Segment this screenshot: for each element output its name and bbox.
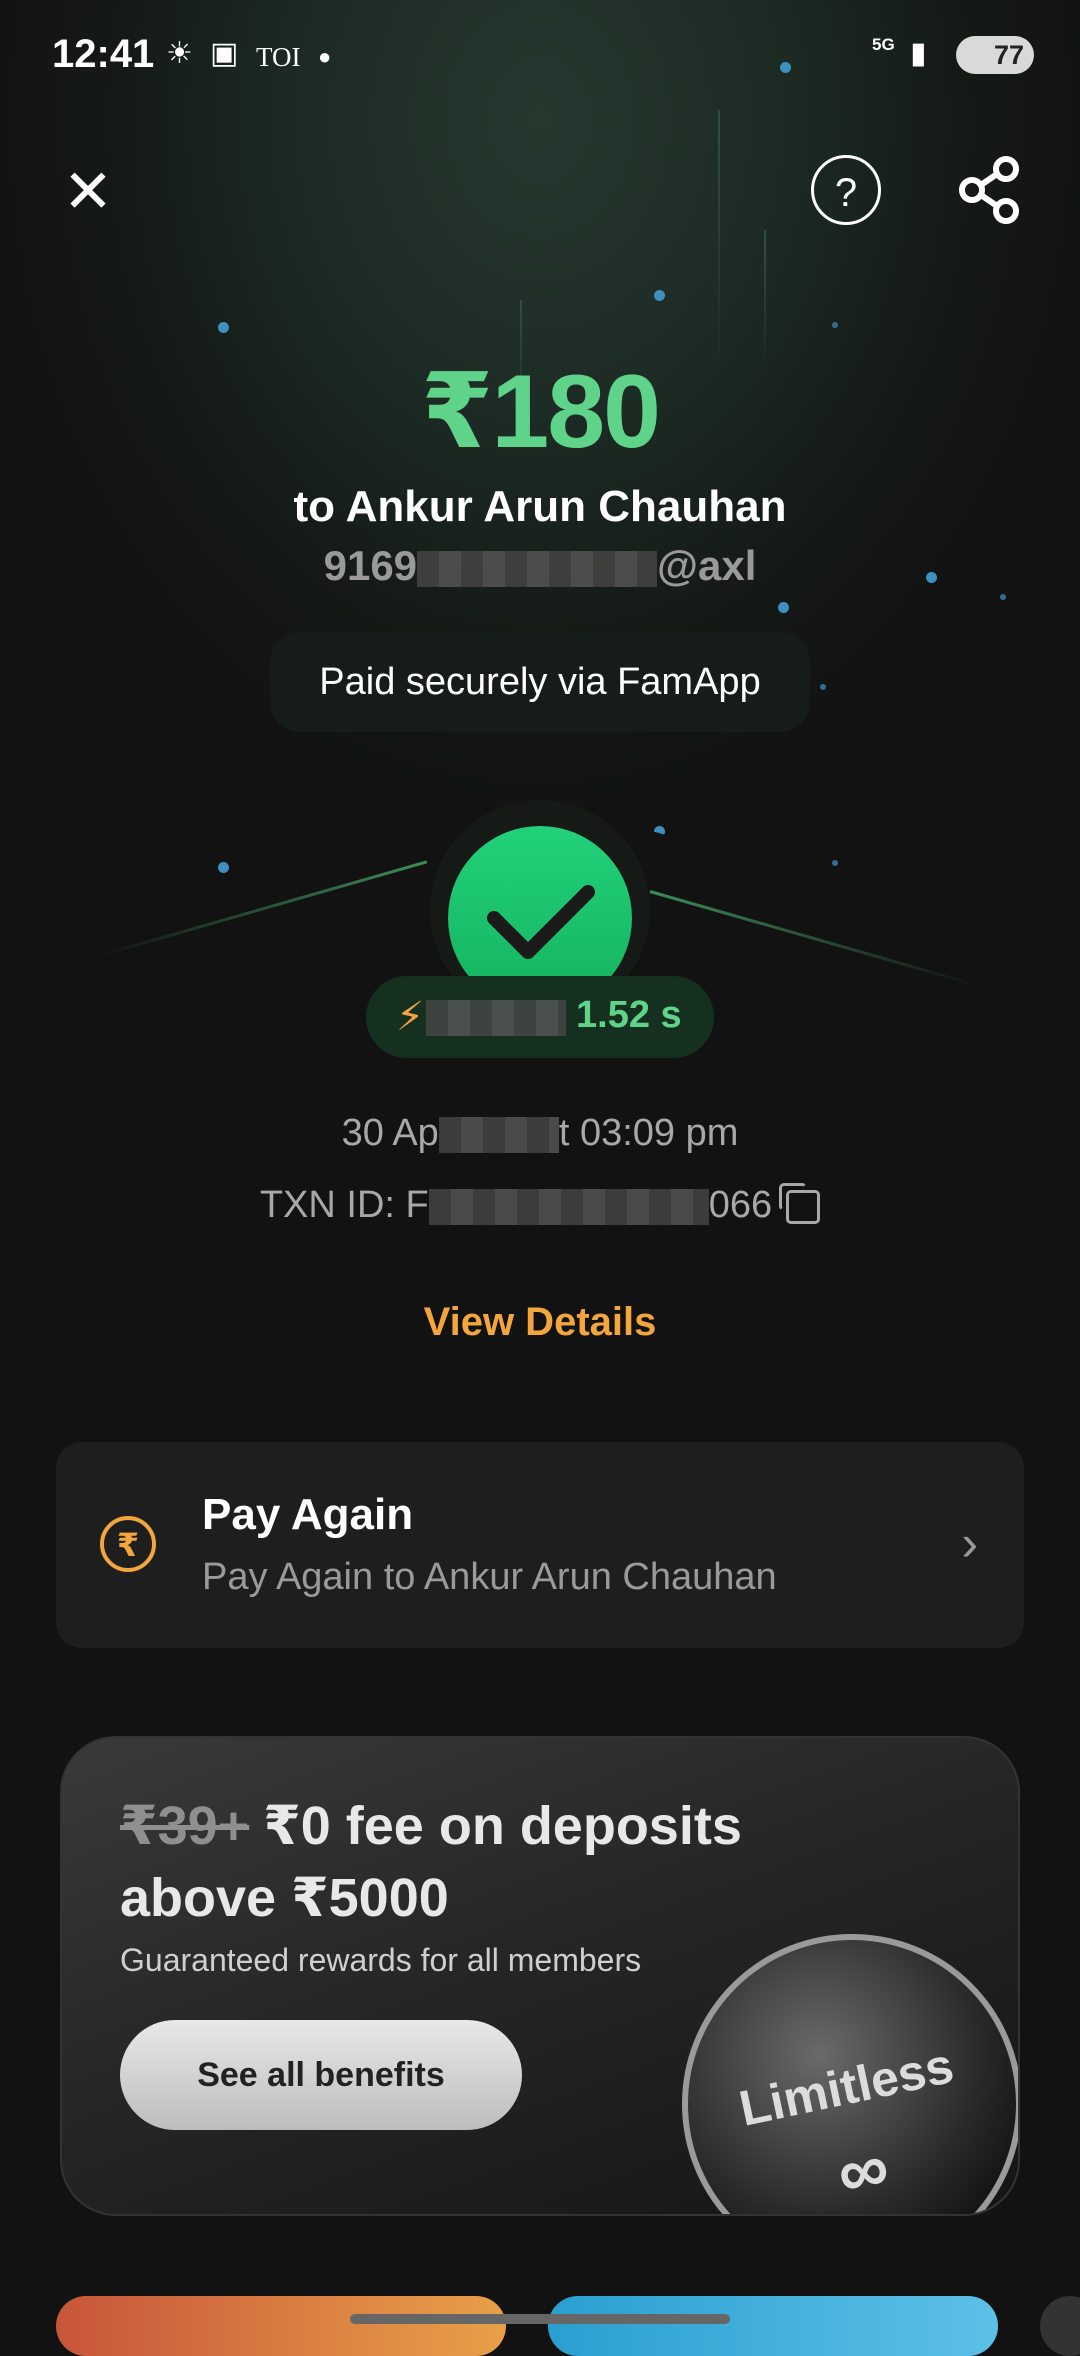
chevron-right-icon: › xyxy=(961,1515,978,1571)
offer-card-partial[interactable] xyxy=(56,2296,506,2356)
lightning-icon: ⚡ xyxy=(396,995,425,1039)
txn-suffix: 066 xyxy=(708,1184,773,1226)
pay-again-subtitle: Pay Again to Ankur Arun Chauhan xyxy=(202,1556,777,1598)
signal-icon: ▮ xyxy=(910,37,927,70)
txn-prefix: TXN ID: F xyxy=(259,1184,429,1226)
notification-dot-icon: ● xyxy=(318,44,332,69)
light-ray xyxy=(764,230,766,370)
sparkle-dot xyxy=(1000,594,1006,600)
home-indicator[interactable] xyxy=(350,2314,730,2324)
view-details-link[interactable]: View Details xyxy=(0,1300,1080,1345)
help-button[interactable]: ? xyxy=(811,155,881,225)
payment-speed: 1.52 s xyxy=(576,994,682,1036)
sparkle-dot xyxy=(832,322,838,328)
offer-card-partial[interactable] xyxy=(1040,2296,1080,2356)
close-button[interactable]: ✕ xyxy=(60,162,116,222)
see-all-benefits-button[interactable]: See all benefits xyxy=(120,2020,522,2130)
promo-headline-part2: above ₹5000 xyxy=(120,1868,449,1928)
payment-speed-badge: ⚡ 1.52 s xyxy=(366,976,714,1058)
network-type: 5G xyxy=(872,35,895,54)
pay-again-title: Pay Again xyxy=(202,1490,414,1539)
sparkle-dot xyxy=(218,862,229,873)
redacted-block xyxy=(438,1116,559,1153)
redacted-block xyxy=(417,550,658,587)
offer-card-partial[interactable] xyxy=(548,2296,998,2356)
old-fee: ₹39+ xyxy=(120,1796,250,1856)
share-button[interactable] xyxy=(954,155,1024,225)
sparkle-dot xyxy=(778,602,789,613)
upi-suffix: @axl xyxy=(657,542,757,589)
redacted-block xyxy=(426,1000,566,1036)
promo-headline-part1: ₹0 fee on deposits xyxy=(263,1796,742,1856)
pay-again-card[interactable]: ₹ Pay Again Pay Again to Ankur Arun Chau… xyxy=(56,1442,1024,1648)
coin-text: Limitless xyxy=(734,2037,959,2137)
upi-prefix: 9169 xyxy=(323,542,418,589)
sparkle-dot xyxy=(654,290,665,301)
recipient-name: to Ankur Arun Chauhan xyxy=(293,482,787,531)
battery-indicator: 77 xyxy=(956,36,1034,74)
transaction-id: TXN ID: F 066 xyxy=(0,1182,1080,1227)
limitless-coin-image: Limitless ∞ xyxy=(682,1934,1018,2214)
paid-via-badge: Paid securely via FamApp xyxy=(270,632,810,732)
payment-date: 30 Ap t 03:09 pm xyxy=(0,1112,1080,1155)
date-prefix: 30 Ap xyxy=(341,1112,439,1154)
redacted-block xyxy=(428,1188,709,1225)
light-ray xyxy=(718,110,720,370)
date-suffix: t 03:09 pm xyxy=(558,1112,739,1154)
upi-id: 9169 @axl xyxy=(0,542,1080,590)
brightness-icon: ☀ xyxy=(166,37,193,70)
status-bar: 12:41 ☀ ▣ TOI ● 5G ▮ 77 xyxy=(0,0,1080,112)
payment-amount: ₹180 xyxy=(421,354,661,470)
status-time: 12:41 xyxy=(52,32,155,76)
promo-subtext: Guaranteed rewards for all members xyxy=(120,1942,642,1978)
promo-headline: ₹39+ ₹0 fee on deposits xyxy=(120,1794,742,1857)
infinity-icon: ∞ xyxy=(830,2126,896,2214)
toi-icon: TOI xyxy=(256,42,301,72)
sparkle-dot xyxy=(218,322,229,333)
copy-icon[interactable] xyxy=(779,1182,821,1224)
sparkle-dot xyxy=(832,860,838,866)
sparkle-dot xyxy=(820,684,826,690)
promo-banner[interactable]: ₹39+ ₹0 fee on deposits above ₹5000 Guara… xyxy=(60,1736,1020,2216)
rupee-repeat-icon: ₹ xyxy=(100,1516,156,1572)
gallery-icon: ▣ xyxy=(210,37,239,70)
share-icon xyxy=(959,156,1019,224)
